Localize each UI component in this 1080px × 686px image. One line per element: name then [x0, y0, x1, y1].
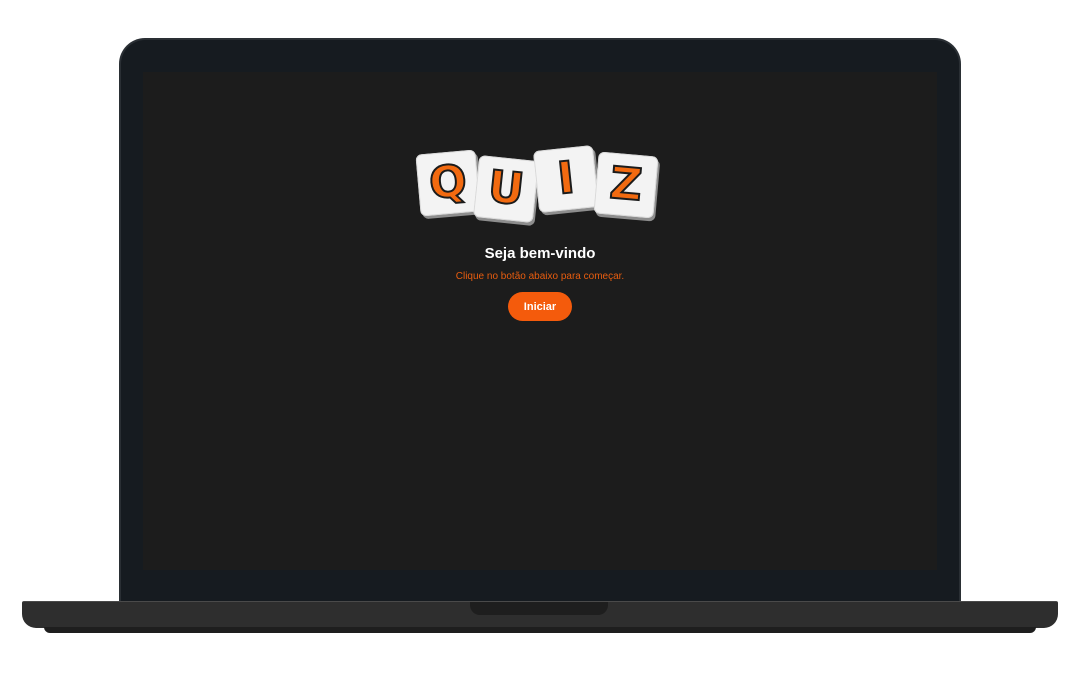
- logo-letter-z: Z: [607, 157, 645, 213]
- laptop-screen: Q U I Z Seja bem-vindo Clique no botão a…: [143, 72, 937, 570]
- welcome-title: Seja bem-vindo: [484, 245, 596, 262]
- welcome-subtitle: Clique no botão abaixo para começar.: [455, 271, 625, 282]
- laptop-notch: [470, 602, 608, 615]
- logo-tile-q: Q: [415, 149, 481, 217]
- logo-letter-i: I: [554, 151, 578, 205]
- welcome-screen: Q U I Z Seja bem-vindo Clique no botão a…: [143, 72, 937, 570]
- logo-letter-q: Q: [426, 154, 470, 210]
- logo-tile-z: Z: [593, 151, 659, 219]
- quiz-logo: Q U I Z: [415, 145, 662, 223]
- logo-tile-u: U: [472, 155, 540, 223]
- laptop-base-shadow: [44, 627, 1036, 633]
- laptop-mockup: Q U I Z Seja bem-vindo Clique no botão a…: [0, 0, 1080, 686]
- start-button[interactable]: Iniciar: [508, 292, 572, 321]
- logo-letter-u: U: [485, 160, 528, 216]
- logo-tile-i: I: [532, 145, 600, 213]
